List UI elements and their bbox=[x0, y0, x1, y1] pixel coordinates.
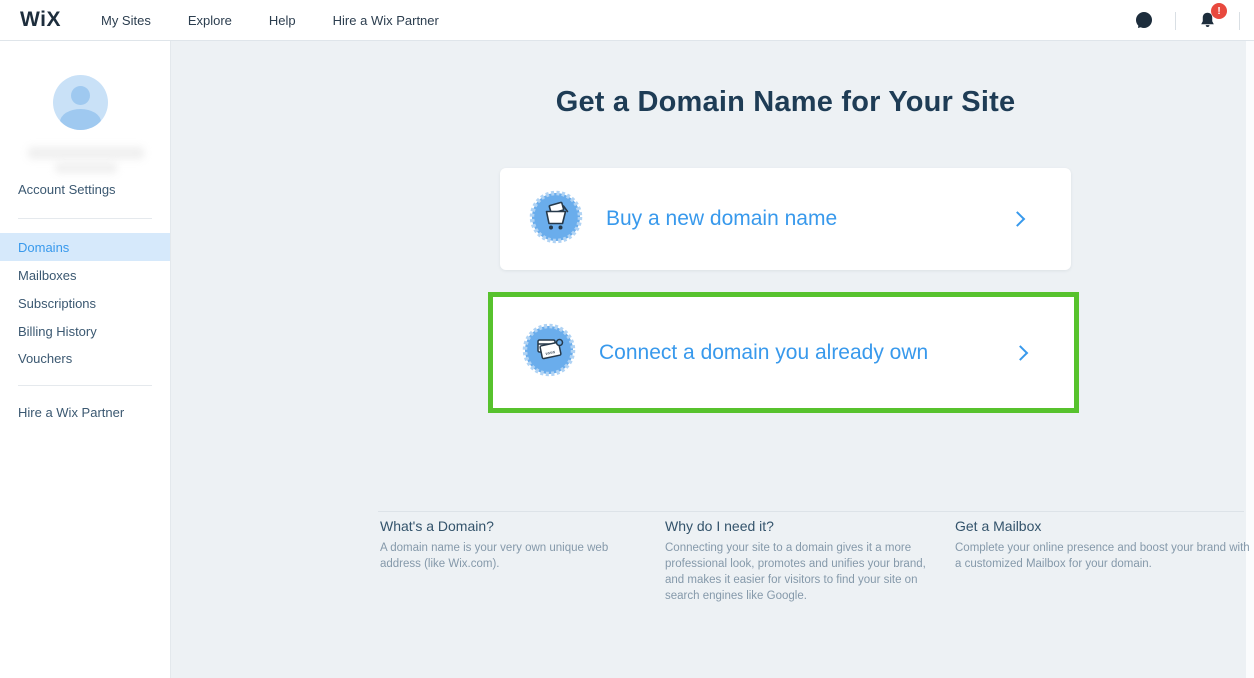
footer-col-whats-a-domain: What's a Domain? A domain name is your v… bbox=[380, 518, 644, 573]
sidebar-item-domains[interactable]: Domains bbox=[0, 233, 170, 261]
sidebar-item-label: Mailboxes bbox=[18, 268, 77, 283]
wix-account-dashboard: WiX My Sites Explore Help Hire a Wix Par… bbox=[0, 0, 1254, 678]
avatar-shoulders bbox=[60, 109, 101, 130]
footer-heading: What's a Domain? bbox=[380, 518, 644, 534]
nav-explore[interactable]: Explore bbox=[188, 13, 232, 28]
connect-domain-card[interactable]: www Connect a domain you already own bbox=[493, 297, 1074, 408]
footer-divider bbox=[378, 511, 1244, 512]
topbar-actions: ! bbox=[1134, 0, 1240, 41]
www-page-badge-icon: www bbox=[521, 322, 577, 383]
chevron-right-icon bbox=[1010, 211, 1026, 227]
footer-body: A domain name is your very own unique we… bbox=[380, 541, 644, 573]
footer-heading: Get a Mailbox bbox=[955, 518, 1254, 534]
sidebar-item-mailboxes[interactable]: Mailboxes bbox=[0, 261, 170, 289]
scrollbar-track bbox=[1246, 41, 1254, 678]
shopping-cart-badge-icon bbox=[528, 189, 584, 250]
nav-my-sites[interactable]: My Sites bbox=[101, 13, 151, 28]
footer-body: Connecting your site to a domain gives i… bbox=[665, 541, 935, 604]
footer-col-why-need-it: Why do I need it? Connecting your site t… bbox=[665, 518, 935, 604]
sidebar-item-subscriptions[interactable]: Subscriptions bbox=[0, 289, 170, 317]
avatar-head bbox=[71, 86, 90, 105]
footer-heading: Why do I need it? bbox=[665, 518, 935, 534]
highlight-box: www Connect a domain you already own bbox=[488, 292, 1079, 413]
sidebar-item-label: Subscriptions bbox=[18, 296, 96, 311]
blurred-account-name bbox=[28, 147, 144, 159]
topbar-divider bbox=[1175, 12, 1176, 30]
bell-icon[interactable]: ! bbox=[1197, 10, 1218, 31]
footer-body: Complete your online presence and boost … bbox=[955, 541, 1254, 573]
chat-bubble-icon[interactable] bbox=[1134, 11, 1154, 31]
nav-hire-a-wix-partner[interactable]: Hire a Wix Partner bbox=[333, 13, 439, 28]
topbar-divider bbox=[1239, 12, 1240, 30]
wix-logo[interactable]: WiX bbox=[20, 8, 61, 32]
sidebar-item-vouchers[interactable]: Vouchers bbox=[0, 344, 170, 372]
sidebar-divider bbox=[18, 218, 152, 219]
page-title: Get a Domain Name for Your Site bbox=[500, 86, 1071, 119]
card-label: Connect a domain you already own bbox=[599, 341, 928, 365]
card-label: Buy a new domain name bbox=[606, 207, 837, 231]
account-sidebar: Account Settings Domains Mailboxes Subsc… bbox=[0, 41, 171, 678]
sidebar-item-account-settings[interactable]: Account Settings bbox=[18, 182, 170, 197]
main-content: Get a Domain Name for Your Site Buy a ne… bbox=[171, 41, 1254, 678]
sidebar-item-billing-history[interactable]: Billing History bbox=[0, 317, 170, 345]
chevron-right-icon bbox=[1013, 345, 1029, 361]
top-nav: My Sites Explore Help Hire a Wix Partner bbox=[101, 13, 439, 28]
sidebar-item-hire-a-wix-partner[interactable]: Hire a Wix Partner bbox=[18, 405, 170, 420]
notification-badge: ! bbox=[1211, 3, 1227, 19]
buy-new-domain-card[interactable]: Buy a new domain name bbox=[500, 168, 1071, 270]
topbar: WiX My Sites Explore Help Hire a Wix Par… bbox=[0, 0, 1254, 41]
avatar bbox=[53, 75, 108, 130]
sidebar-item-label: Domains bbox=[18, 240, 69, 255]
nav-help[interactable]: Help bbox=[269, 13, 296, 28]
sidebar-item-label: Vouchers bbox=[18, 351, 72, 366]
blurred-account-name bbox=[55, 163, 117, 173]
sidebar-divider bbox=[18, 385, 152, 386]
sidebar-item-label: Billing History bbox=[18, 324, 97, 339]
footer-col-get-a-mailbox: Get a Mailbox Complete your online prese… bbox=[955, 518, 1254, 573]
